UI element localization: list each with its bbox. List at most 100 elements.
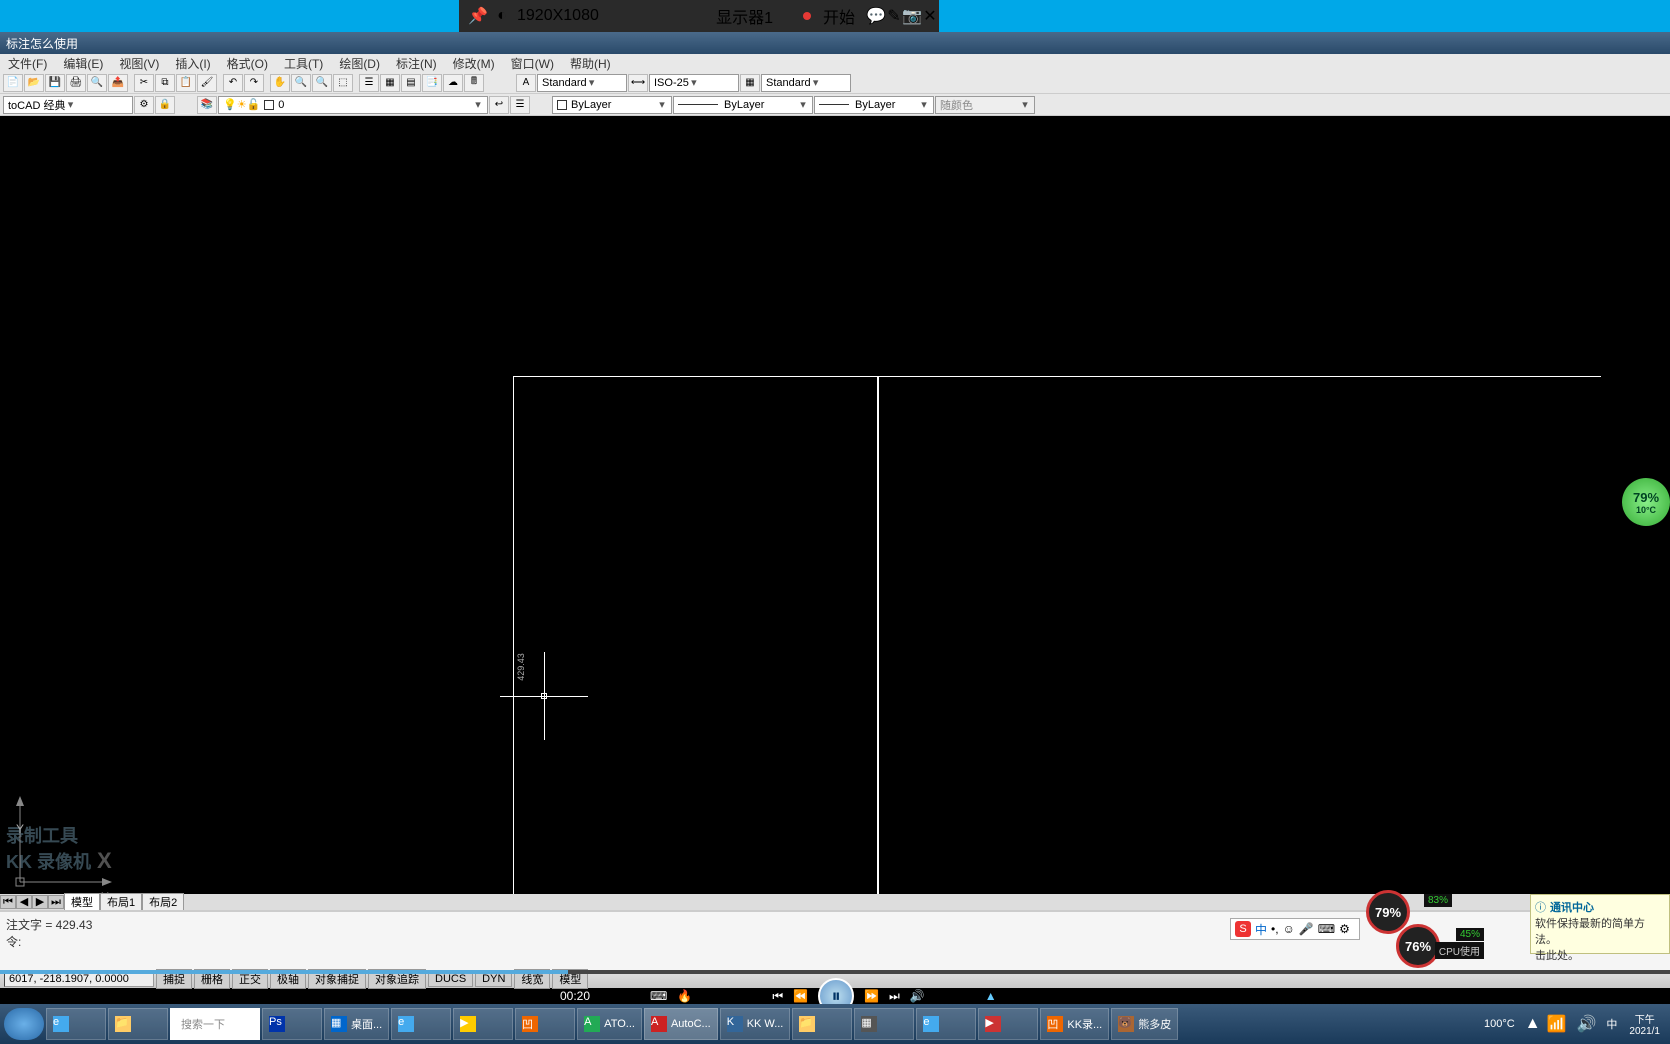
designcenter-icon[interactable]: ▦ xyxy=(380,74,400,92)
lineweight-select[interactable]: ByLayer▾ xyxy=(814,96,934,114)
keyboard-icon[interactable]: ⌨ xyxy=(650,989,667,1003)
zoom-prev-icon[interactable]: 🔍 xyxy=(312,74,332,92)
ime-punct-icon[interactable]: •, xyxy=(1271,922,1279,936)
menu-help[interactable]: 帮助(H) xyxy=(562,54,619,72)
markup-icon[interactable]: ☁ xyxy=(443,74,463,92)
task-kkw[interactable]: KKK W... xyxy=(720,1008,791,1040)
prev-track-icon[interactable]: ⏮ xyxy=(772,989,783,1004)
menu-edit[interactable]: 编辑(E) xyxy=(55,54,111,72)
tab-prev-icon[interactable]: ◀ xyxy=(16,895,32,909)
tray-temp[interactable]: 100°C xyxy=(1484,1018,1515,1030)
menu-dimension[interactable]: 标注(N) xyxy=(388,54,445,72)
toolpalettes-icon[interactable]: ▤ xyxy=(401,74,421,92)
task-folder[interactable]: 📁 xyxy=(792,1008,852,1040)
layer-states-icon[interactable]: ☰ xyxy=(510,96,530,114)
task-bear[interactable]: 🐻熊多皮 xyxy=(1111,1008,1178,1040)
save-icon[interactable]: 💾 xyxy=(45,74,65,92)
menu-draw[interactable]: 绘图(D) xyxy=(331,54,388,72)
start-label[interactable]: 开始 xyxy=(823,4,855,28)
temperature-widget[interactable]: 79% 10°C xyxy=(1622,478,1670,526)
arrow-up-icon[interactable]: ▲ xyxy=(985,989,997,1003)
ime-mic-icon[interactable]: 🎤 xyxy=(1299,922,1314,936)
menu-file[interactable]: 文件(F) xyxy=(0,54,55,72)
table-style-select[interactable]: Standard▾ xyxy=(761,74,851,92)
ime-lang[interactable]: 中 xyxy=(1255,921,1267,938)
tab-layout2[interactable]: 布局2 xyxy=(142,893,184,911)
notification-popup[interactable]: ⓘ 通讯中心 软件保持最新的简单方法。 击此处。 xyxy=(1530,894,1670,954)
next-track-icon[interactable]: ⏭ xyxy=(889,989,900,1004)
match-icon[interactable]: 🖌 xyxy=(197,74,217,92)
ime-toolbar[interactable]: S 中 •, ☺ 🎤 ⌨ ⚙ xyxy=(1230,918,1360,940)
sheetset-icon[interactable]: 📑 xyxy=(422,74,442,92)
redo-icon[interactable]: ↷ xyxy=(244,74,264,92)
task-ps[interactable]: Ps xyxy=(262,1008,322,1040)
task-ato[interactable]: AATO... xyxy=(577,1008,642,1040)
open-icon[interactable]: 📂 xyxy=(24,74,44,92)
search-box[interactable]: 搜索一下 xyxy=(170,1008,260,1040)
menu-view[interactable]: 视图(V) xyxy=(111,54,167,72)
chat-icon[interactable]: 💬 xyxy=(867,7,885,25)
tray-network-icon[interactable]: 📶 xyxy=(1547,1014,1567,1034)
tab-layout1[interactable]: 布局1 xyxy=(100,893,142,911)
task-app1[interactable]: ▦桌面... xyxy=(324,1008,389,1040)
tray-volume-icon[interactable]: 🔊 xyxy=(1576,1014,1596,1034)
linetype-select[interactable]: ByLayer▾ xyxy=(673,96,813,114)
quickcalc-icon[interactable]: 🖩 xyxy=(464,74,484,92)
ime-logo-icon[interactable]: S xyxy=(1235,921,1251,937)
zoom-rt-icon[interactable]: 🔍 xyxy=(291,74,311,92)
paste-icon[interactable]: 📋 xyxy=(176,74,196,92)
tab-next-icon[interactable]: ▶ xyxy=(32,895,48,909)
undo-icon[interactable]: ↶ xyxy=(223,74,243,92)
layer-manager-icon[interactable]: 📚 xyxy=(197,96,217,114)
tray-clock[interactable]: 下午 2021/1 xyxy=(1629,1011,1660,1037)
task-ie2[interactable]: e xyxy=(391,1008,451,1040)
text-style-select[interactable]: Standard▾ xyxy=(537,74,627,92)
workspace-lock-icon[interactable]: 🔒 xyxy=(155,96,175,114)
menu-tools[interactable]: 工具(T) xyxy=(276,54,331,72)
copy-icon[interactable]: ⧉ xyxy=(155,74,175,92)
task-kk[interactable]: 凹 xyxy=(515,1008,575,1040)
ie-pinned[interactable]: e xyxy=(46,1008,106,1040)
text-style-icon[interactable]: A xyxy=(516,74,536,92)
pin-icon[interactable]: 📌 xyxy=(469,7,487,25)
flame-icon[interactable]: 🔥 xyxy=(677,989,692,1003)
player-progress[interactable] xyxy=(0,970,1670,974)
start-button[interactable] xyxy=(4,1008,44,1040)
properties-icon[interactable]: ☰ xyxy=(359,74,379,92)
layer-select[interactable]: 💡 ☀ 🔓 0 ▾ xyxy=(218,96,488,114)
dim-style-icon[interactable]: ⟷ xyxy=(628,74,648,92)
cut-icon[interactable]: ✂ xyxy=(134,74,154,92)
ime-settings-icon[interactable]: ⚙ xyxy=(1339,922,1350,936)
menu-window[interactable]: 窗口(W) xyxy=(503,54,562,72)
plotstyle-select[interactable]: 随颜色▾ xyxy=(935,96,1035,114)
contrast-icon[interactable]: ◐ xyxy=(493,7,511,25)
workspace-select[interactable]: toCAD 经典▾ xyxy=(3,96,133,114)
menu-format[interactable]: 格式(O) xyxy=(219,54,276,72)
zoom-win-icon[interactable]: ⬚ xyxy=(333,74,353,92)
explorer-pinned[interactable]: 📁 xyxy=(108,1008,168,1040)
rewind-icon[interactable]: ⏪ xyxy=(793,989,808,1003)
color-select[interactable]: ByLayer▾ xyxy=(552,96,672,114)
forward-icon[interactable]: ⏩ xyxy=(864,989,879,1003)
task-app2[interactable]: ▦ xyxy=(854,1008,914,1040)
task-ie3[interactable]: e xyxy=(916,1008,976,1040)
ime-keyboard-icon[interactable]: ⌨ xyxy=(1318,922,1335,936)
table-style-icon[interactable]: ▦ xyxy=(740,74,760,92)
task-play[interactable]: ▶ xyxy=(453,1008,513,1040)
dim-style-select[interactable]: ISO-25▾ xyxy=(649,74,739,92)
preview-icon[interactable]: 🔍 xyxy=(87,74,107,92)
tab-model[interactable]: 模型 xyxy=(64,893,100,911)
volume-icon[interactable]: 🔊 xyxy=(910,989,925,1003)
tab-last-icon[interactable]: ⏭ xyxy=(48,895,64,909)
new-icon[interactable]: 📄 xyxy=(3,74,23,92)
pan-icon[interactable]: ✋ xyxy=(270,74,290,92)
ime-emoji-icon[interactable]: ☺ xyxy=(1283,922,1295,936)
menu-insert[interactable]: 插入(I) xyxy=(167,54,218,72)
menu-modify[interactable]: 修改(M) xyxy=(445,54,503,72)
layer-prev-icon[interactable]: ↩ xyxy=(489,96,509,114)
task-app3[interactable]: ▶ xyxy=(978,1008,1038,1040)
publish-icon[interactable]: 📤 xyxy=(108,74,128,92)
tray-up-icon[interactable]: ▲ xyxy=(1525,1015,1541,1033)
tray-lang[interactable]: 中 xyxy=(1606,1016,1617,1032)
camera-icon[interactable]: 📷 xyxy=(903,7,921,25)
